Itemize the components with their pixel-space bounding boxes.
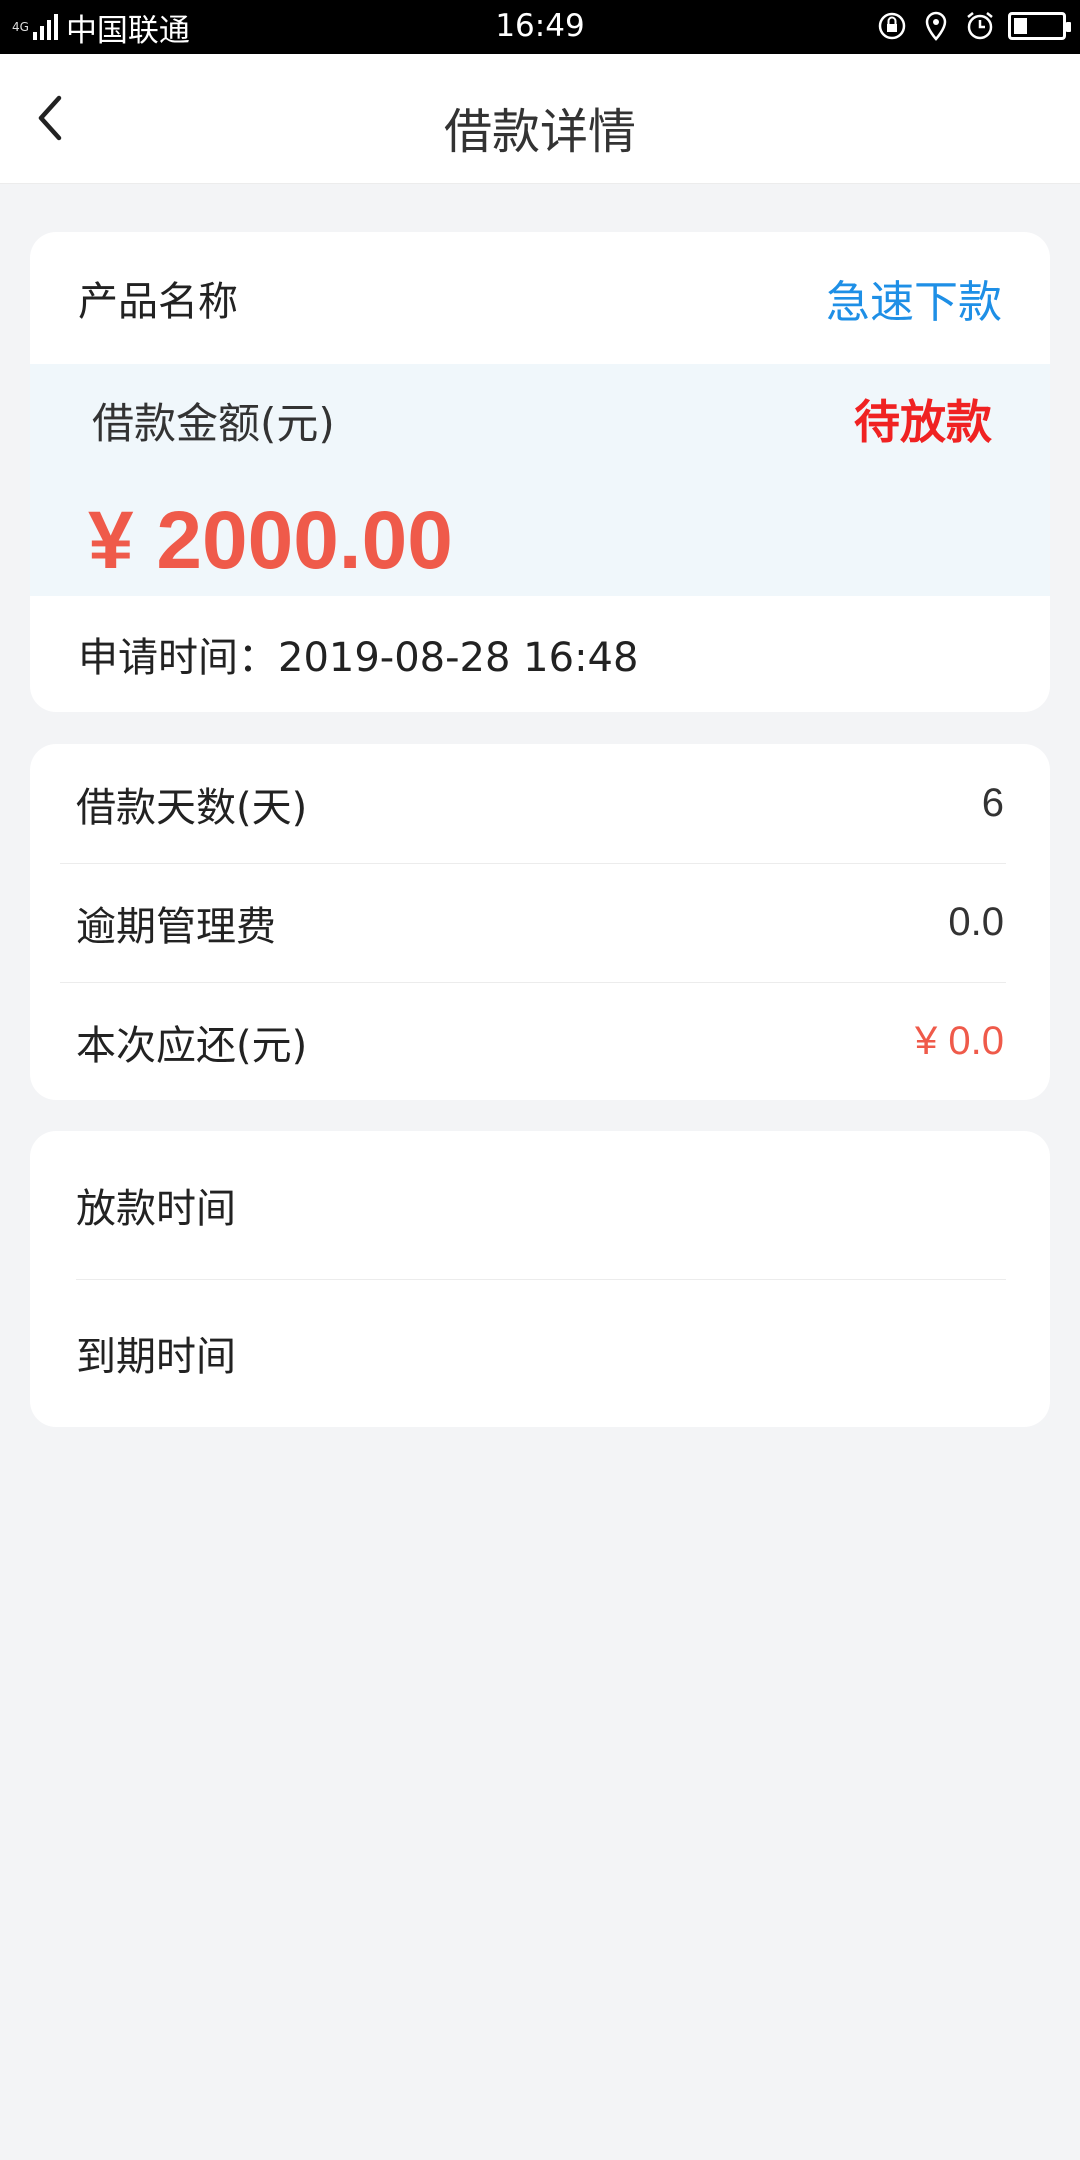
detail-value: ¥ 0.0 [915, 1019, 1004, 1063]
time-label: 放款时间 [76, 1186, 236, 1232]
product-row: 产品名称 急速下款 [30, 232, 1050, 364]
status-badge: 待放款 [854, 395, 992, 449]
detail-value: 6 [981, 781, 1004, 825]
lock-rotation-icon [878, 12, 906, 40]
detail-label: 本次应还(元) [76, 1022, 308, 1069]
detail-label: 逾期管理费 [76, 903, 276, 950]
loan-times-card: 放款时间 到期时间 [30, 1131, 1050, 1427]
due-time-row: 到期时间 [30, 1279, 1050, 1427]
apply-time: 申请时间：2019-08-28 16:48 [78, 635, 639, 681]
product-label: 产品名称 [78, 279, 238, 325]
detail-label: 借款天数(天) [76, 784, 308, 831]
time-label: 到期时间 [76, 1334, 236, 1380]
product-value: 急速下款 [826, 277, 1002, 328]
detail-row-repay: 本次应还(元) ¥ 0.0 [30, 982, 1050, 1100]
detail-row-overdue-fee: 逾期管理费 0.0 [30, 863, 1050, 982]
status-bar: 4G 中国联通 16:49 [0, 0, 1080, 54]
loan-summary-card: 产品名称 急速下款 借款金额(元) 待放款 ¥ 2000.00 申请时间：201… [30, 232, 1050, 712]
status-right [876, 10, 1071, 42]
page-title: 借款详情 [443, 104, 636, 160]
location-icon [925, 11, 947, 41]
top-header: 借款详情 [0, 54, 1080, 184]
loan-amount: ¥ 2000.00 [88, 495, 453, 586]
detail-row-days: 借款天数(天) 6 [30, 744, 1050, 863]
disbursement-time-row: 放款时间 [30, 1131, 1050, 1279]
amount-label: 借款金额(元) [92, 399, 335, 448]
detail-value: 0.0 [948, 900, 1004, 944]
amount-box: 借款金额(元) 待放款 ¥ 2000.00 [30, 364, 1050, 596]
battery-icon [1008, 12, 1071, 40]
alarm-icon [967, 12, 993, 40]
loan-details-card: 借款天数(天) 6 逾期管理费 0.0 本次应还(元) ¥ 0.0 [30, 744, 1050, 1100]
